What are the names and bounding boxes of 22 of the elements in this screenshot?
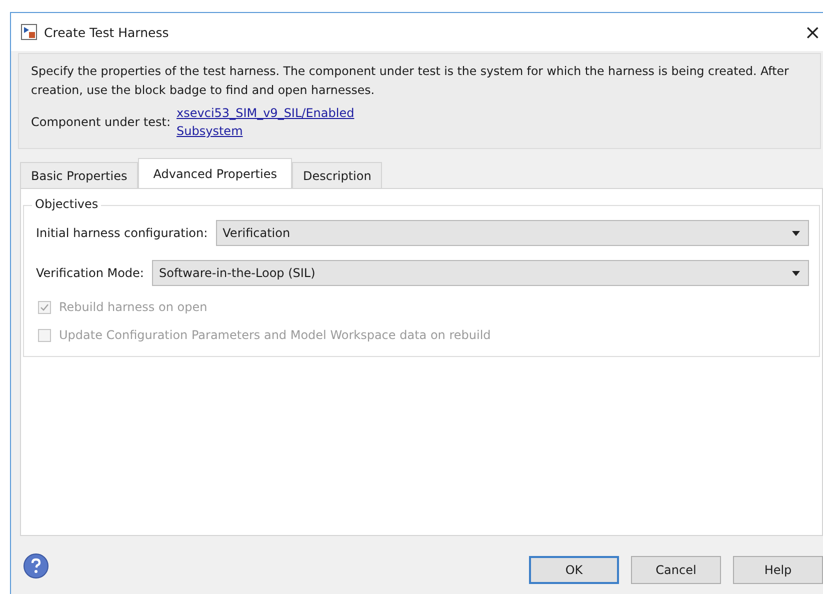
description-text: Specify the properties of the test harness. The component under test is the system for which the harness is being created. After creation, use the block badge to find and open harnesses. <box>31 63 790 99</box>
caret-icon <box>792 230 800 236</box>
dialog-button[interactable]: Cancel <box>631 556 721 584</box>
checkbox-label: Rebuild harness on open <box>59 300 208 314</box>
caret-icon <box>792 270 800 276</box>
dropdown-label: Verification Mode: <box>36 266 144 280</box>
dropdown[interactable]: Software-in-the-Loop (SIL) <box>152 260 809 286</box>
window-title: Create Test Harness <box>44 24 169 40</box>
group-title: Objectives <box>32 197 102 211</box>
checkbox-label: Update Configuration Parameters and Model Workspace data on rebuild <box>59 328 491 342</box>
close-button[interactable]: × <box>796 20 823 44</box>
dialog-button[interactable]: OK <box>529 556 619 584</box>
component-link[interactable]: xsevci53_SIM_v9_SIL/Enabled Subsystem <box>176 104 352 140</box>
app-icon <box>21 24 37 40</box>
component-label: Component under test: <box>31 115 171 129</box>
tab[interactable]: Basic Properties <box>20 162 138 188</box>
dropdown[interactable]: Verification <box>216 220 809 246</box>
help-icon[interactable] <box>23 553 49 579</box>
dropdown-label: Initial harness configuration: <box>36 226 208 240</box>
dialog-button[interactable]: Help <box>733 556 823 584</box>
tab[interactable]: Advanced Properties <box>138 158 292 188</box>
tab[interactable]: Description <box>292 162 382 188</box>
